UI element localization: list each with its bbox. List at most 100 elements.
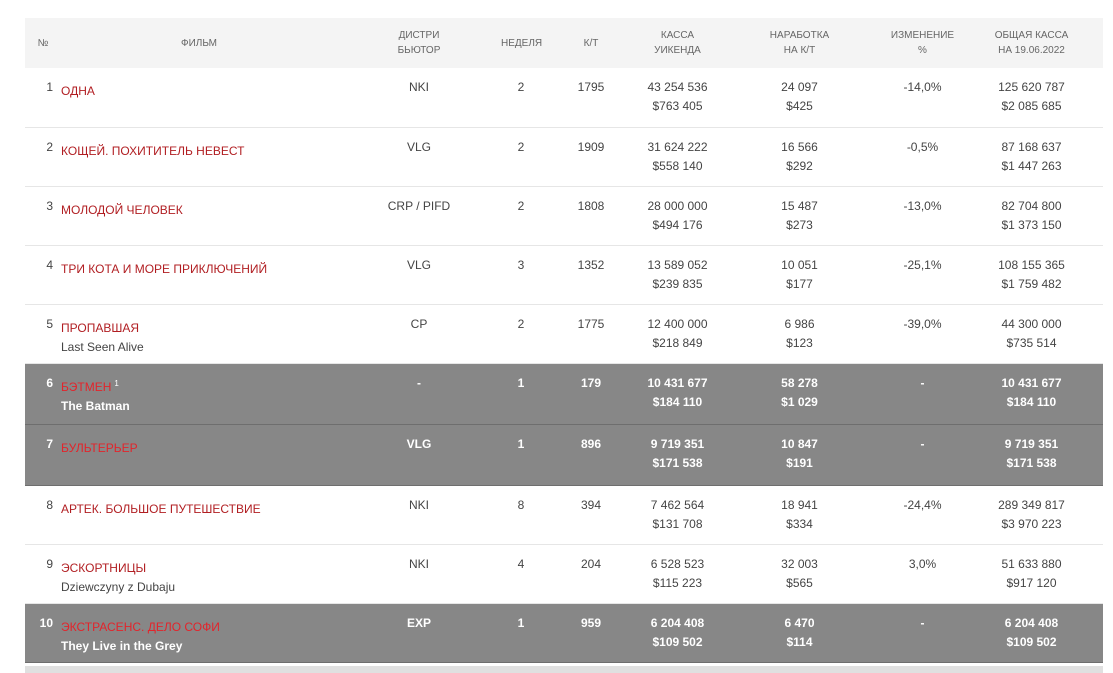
film-cell: Бультерьер (61, 424, 337, 486)
film-cell: Эскортницы Dziewczyny z Dubaju (61, 544, 337, 604)
week-cell: 1 (501, 424, 541, 486)
avg-usd: $425 (786, 99, 813, 113)
total-usd: $109 502 (1006, 634, 1057, 649)
week-cell: 2 (501, 68, 541, 128)
header-avg: Наработка на к/т (714, 18, 885, 68)
box-office-table-container: № Фильм Дистри бьютор Неделя К/Т Касса у… (25, 18, 1103, 663)
film-title-link[interactable]: Молодой человек (61, 197, 337, 220)
film-title-ru[interactable]: Бультерьер (61, 441, 138, 455)
avg-cell: 10 051 $177 (714, 245, 885, 305)
avg-usd: $177 (786, 276, 813, 291)
header-total: Общая касса на 19.06.2022 (960, 18, 1103, 68)
total-usd: $3 970 223 (1001, 516, 1062, 531)
distributor-cell: NKI (337, 544, 501, 604)
week-cell: 1 (501, 363, 541, 425)
film-title-ru[interactable]: Кощей. Похититель невест (61, 144, 244, 158)
screens-cell: 1795 (541, 68, 641, 128)
header-film: Фильм (180, 37, 218, 49)
film-title-link[interactable]: Артек. Большое путешествие (61, 496, 337, 519)
header-weekend-line2: уикенда (654, 45, 701, 56)
weekend-usd: $558 140 (652, 158, 703, 173)
weekend-cell: 13 589 052 $239 835 (641, 245, 714, 305)
avg-cell: 18 941 $334 (714, 485, 885, 545)
total-rub: 10 431 677 (1001, 375, 1062, 390)
film-title-link[interactable]: Бэтмен 1 (61, 374, 337, 397)
screens-cell: 896 (541, 424, 641, 486)
total-rub: 51 633 880 (1001, 556, 1062, 571)
film-cell: Артек. Большое путешествие (61, 485, 337, 545)
weekend-rub: 31 624 222 (647, 139, 708, 154)
total-usd: $735 514 (1006, 335, 1057, 350)
film-title-ru[interactable]: Пропавшая (61, 321, 139, 335)
weekend-usd: $115 223 (652, 575, 703, 590)
avg-usd: $1 029 (781, 394, 818, 409)
film-title-ru[interactable]: Экстрасенс. Дело Софи (61, 620, 220, 634)
film-title-link[interactable]: Экстрасенс. Дело Софи (61, 614, 337, 637)
header-distributor: Дистри бьютор (337, 18, 501, 68)
change-cell: -39,0% (885, 304, 960, 364)
table-row: 8 Артек. Большое путешествие NKI 8 394 7… (25, 485, 1103, 545)
film-title-ru[interactable]: Артек. Большое путешествие (61, 502, 261, 516)
total-rub: 87 168 637 (1001, 139, 1062, 154)
avg-rub: 10 051 (781, 257, 818, 272)
weekend-rub: 13 589 052 (647, 257, 708, 272)
film-title-en: Dziewczyny z Dubaju (61, 579, 176, 594)
distributor-cell: - (337, 363, 501, 425)
header-total-line2: на 19.06.2022 (998, 45, 1065, 56)
weekend-cell: 10 431 677 $184 110 (641, 363, 714, 425)
film-title-link[interactable]: Кощей. Похититель невест (61, 138, 337, 161)
horizontal-scrollbar[interactable] (25, 666, 1103, 673)
avg-cell: 24 097 $425 (714, 68, 885, 128)
week-cell: 2 (501, 186, 541, 246)
avg-rub: 32 003 (781, 556, 818, 571)
rank-cell: 1 (25, 68, 61, 128)
rank-cell: 2 (25, 127, 61, 187)
week-cell: 2 (501, 304, 541, 364)
film-title-ru[interactable]: Молодой человек (61, 203, 183, 217)
avg-cell: 32 003 $565 (714, 544, 885, 604)
header-weekend: Касса уикенда (641, 18, 714, 68)
avg-rub: 24 097 (781, 80, 818, 94)
total-cell: 44 300 000 $735 514 (960, 304, 1103, 364)
change-cell: -13,0% (885, 186, 960, 246)
table-row: 1 Одна NKI 2 1795 43 254 536 $763 405 24… (25, 68, 1103, 128)
avg-rub: 15 487 (781, 198, 818, 213)
film-title-link[interactable]: Эскортницы (61, 555, 337, 578)
film-title-en: They Live in the Grey (61, 638, 183, 653)
weekend-rub: 12 400 000 (647, 316, 708, 331)
weekend-rub: 6 528 523 (650, 556, 705, 571)
change-cell: -14,0% (885, 68, 960, 128)
film-title-link[interactable]: Пропавшая (61, 315, 337, 338)
total-usd: $184 110 (1006, 394, 1057, 409)
weekend-cell: 43 254 536 $763 405 (641, 68, 714, 128)
film-title-link[interactable]: Три кота и море приключений (61, 256, 337, 279)
header-change: Изменение % (885, 18, 960, 68)
header-rank: № (37, 37, 49, 49)
film-title-ru[interactable]: Бэтмен (61, 380, 111, 394)
avg-cell: 58 278 $1 029 (714, 363, 885, 425)
weekend-usd: $184 110 (652, 394, 703, 409)
header-total-line1: Общая касса (994, 30, 1069, 41)
total-rub: 125 620 787 (998, 80, 1065, 94)
header-screens: К/Т (583, 37, 599, 49)
distributor-cell: CRP / PIFD (337, 186, 501, 246)
film-title-ru[interactable]: Три кота и море приключений (61, 262, 267, 276)
total-cell: 51 633 880 $917 120 (960, 544, 1103, 604)
film-title-link[interactable]: Бультерьер (61, 435, 337, 458)
film-cell: Бэтмен 1 The Batman (61, 363, 337, 425)
film-title-link[interactable]: Одна (61, 78, 337, 101)
weekend-usd: $131 708 (652, 516, 703, 531)
film-title-en: Last Seen Alive (61, 339, 144, 354)
weekend-usd: $218 849 (652, 335, 703, 350)
weekend-rub: 10 431 677 (647, 375, 708, 390)
total-rub: 44 300 000 (1001, 316, 1062, 331)
avg-cell: 6 986 $123 (714, 304, 885, 364)
weekend-rub: 6 204 408 (650, 615, 705, 630)
weekend-rub: 9 719 351 (650, 436, 705, 451)
film-cell: Молодой человек (61, 186, 337, 246)
avg-rub: 6 470 (784, 615, 815, 630)
film-title-ru[interactable]: Одна (61, 84, 95, 98)
total-rub: 9 719 351 (1004, 436, 1059, 451)
weekend-usd: $494 176 (652, 217, 703, 232)
film-title-ru[interactable]: Эскортницы (61, 561, 146, 575)
